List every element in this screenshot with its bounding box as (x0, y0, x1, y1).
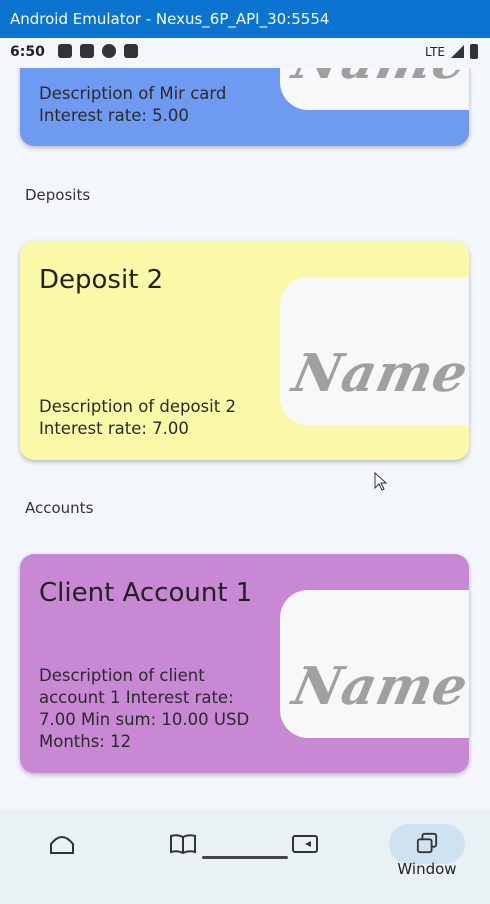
battery-icon (470, 44, 478, 59)
nav-window-label: Window (397, 860, 457, 878)
deposit-card[interactable]: Deposit 2 Name Description of deposit 2 … (20, 241, 469, 460)
account-card[interactable]: Client Account 1 Name Description of cli… (20, 554, 469, 773)
deposit-card-description: Description of deposit 2 Interest rate: … (39, 397, 236, 438)
notification-settings-icon (80, 44, 94, 58)
status-bar: 6:50 LTE (0, 38, 490, 68)
window-icon (416, 832, 438, 854)
nav-home[interactable] (27, 832, 97, 878)
deposits-section-label: Deposits (25, 186, 91, 204)
home-icon (50, 836, 74, 854)
nav-book[interactable] (148, 832, 218, 878)
status-time: 6:50 (10, 44, 45, 60)
accounts-section-label: Accounts (25, 499, 94, 517)
notification-icons (58, 44, 138, 58)
card-name-box: Name (280, 277, 469, 425)
card-name-box: Name (280, 590, 469, 738)
network-type: LTE (425, 44, 445, 59)
notification-sdcard-icon (124, 44, 138, 58)
account-card-title: Client Account 1 (39, 578, 253, 608)
video-icon (292, 835, 318, 853)
nav-window[interactable]: Window (386, 824, 468, 878)
mouse-cursor-icon (374, 472, 388, 491)
mir-card-description: Description of Mir card Interest rate: 5… (39, 84, 227, 125)
emulator-title-bar: Android Emulator - Nexus_6P_API_30:5554 (0, 0, 490, 38)
card-name-text: Name (287, 343, 469, 404)
notification-globe-icon (102, 44, 116, 58)
phone-screen: Name Description of Mir card Interest ra… (0, 38, 490, 904)
emulator-title: Android Emulator - Nexus_6P_API_30:5554 (10, 10, 330, 28)
deposit-card-title: Deposit 2 (39, 265, 164, 295)
notification-a-icon (58, 44, 72, 58)
account-card-description: Description of client account 1 Interest… (39, 666, 250, 751)
gesture-handle[interactable] (202, 856, 288, 859)
book-icon (170, 834, 196, 855)
status-right: LTE (425, 44, 478, 59)
signal-icon (451, 45, 464, 58)
nav-video[interactable] (270, 832, 340, 878)
card-name-text: Name (287, 656, 469, 717)
